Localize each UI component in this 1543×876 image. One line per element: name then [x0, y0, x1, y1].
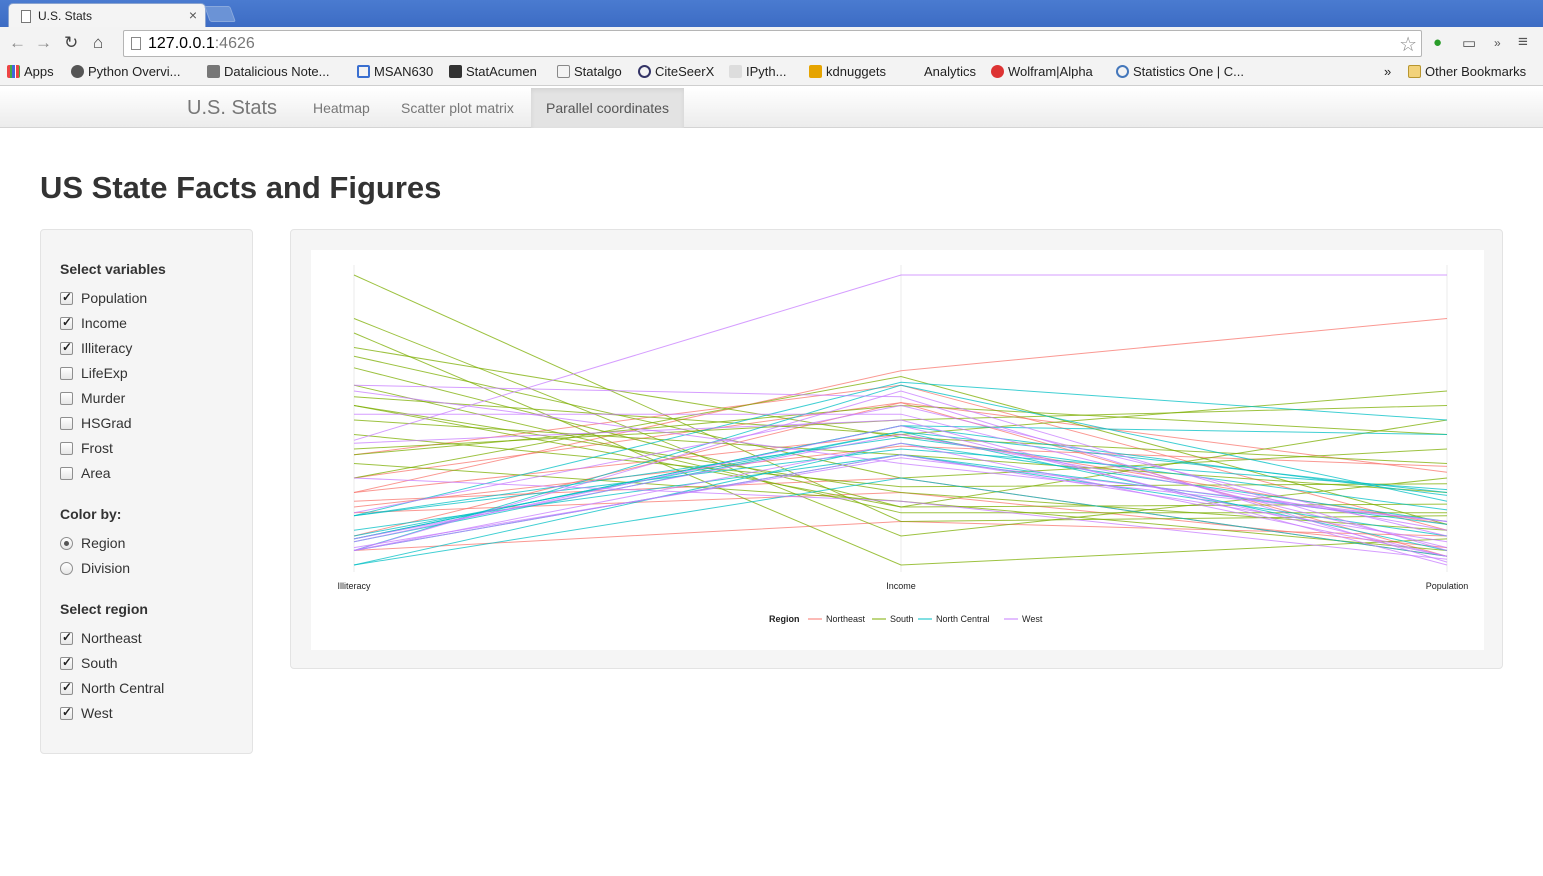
plot-area: Illiteracy Income Population Region Northeas… [311, 250, 1484, 650]
bookmark-analytics[interactable]: Analytics [924, 64, 976, 79]
radio-button[interactable] [60, 537, 73, 550]
page-title: US State Facts and Figures [40, 170, 442, 205]
variable-label: Income [81, 315, 127, 331]
axis-label: Illiteracy [337, 581, 371, 591]
bookmark-kdnuggets[interactable]: kdnuggets [809, 64, 886, 79]
tab-title: U.S. Stats [38, 9, 93, 23]
msan-icon [357, 65, 370, 78]
color-by-label: Division [81, 560, 131, 576]
main-panel: Illiteracy Income Population Region Northeas… [290, 229, 1503, 669]
legend-entry: West [1022, 614, 1043, 624]
other-bookmarks[interactable]: Other Bookmarks [1408, 64, 1526, 79]
bookmarks-overflow[interactable]: » [1384, 64, 1391, 79]
variable-label: LifeExp [81, 365, 128, 381]
menu-icon[interactable]: ≡ [1518, 32, 1528, 52]
page-icon [557, 65, 570, 78]
legend-entry: Northeast [826, 614, 866, 624]
cast-icon[interactable]: ▭ [1462, 34, 1476, 52]
bookmark-python[interactable]: Python Overvi... [71, 64, 180, 79]
apps-grid-icon [7, 65, 20, 78]
variable-label: Area [81, 465, 111, 481]
bookmark-ipython[interactable]: IPyth... [729, 64, 786, 79]
python-icon [71, 65, 84, 78]
checkbox[interactable] [60, 290, 73, 305]
overflow-chevron-icon[interactable]: » [1494, 36, 1501, 50]
wolfram-icon [991, 65, 1004, 78]
kdnuggets-icon [809, 65, 822, 78]
legend-entry: South [890, 614, 914, 624]
checkbox[interactable] [60, 417, 73, 430]
checkbox[interactable] [60, 630, 73, 645]
ipython-icon [729, 65, 742, 78]
region-label: Northeast [81, 630, 142, 646]
checkbox[interactable] [60, 467, 73, 480]
region-label: West [81, 705, 113, 721]
coursera-icon [1116, 65, 1129, 78]
variable-label: HSGrad [81, 415, 132, 431]
browser-toolbar: ← → ↻ ⌂ 127.0.0.1:4626 ☆ ● ▭ » ≡ [0, 27, 1543, 60]
checkbox[interactable] [60, 655, 73, 670]
checkbox[interactable] [60, 442, 73, 455]
checkbox[interactable] [60, 705, 73, 720]
variable-label: Population [81, 290, 148, 306]
checkbox[interactable] [60, 680, 73, 695]
bookmark-msan630[interactable]: MSAN630 [357, 64, 433, 79]
axis-label: Population [1426, 581, 1469, 591]
close-icon[interactable]: × [189, 7, 197, 23]
variable-label: Frost [81, 440, 113, 456]
browser-tabstrip: U.S. Stats × [0, 0, 1543, 28]
forward-icon[interactable]: → [35, 33, 52, 53]
nav-scatter-plot-matrix[interactable]: Scatter plot matrix [386, 88, 529, 128]
color-by-label: Region [81, 535, 126, 551]
datalicious-icon [207, 65, 220, 78]
new-tab-button[interactable] [204, 6, 236, 22]
bookmark-star-icon[interactable]: ☆ [1399, 32, 1417, 57]
axis-label: Income [886, 581, 916, 591]
bookmark-citeseerx[interactable]: CiteSeerX [638, 64, 714, 79]
back-icon[interactable]: ← [9, 33, 26, 53]
checkbox[interactable] [60, 315, 73, 330]
select-variables-title: Select variables [60, 261, 166, 277]
legend-entry: North Central [936, 614, 990, 624]
checkbox[interactable] [60, 392, 73, 405]
legend-title: Region [769, 614, 800, 624]
region-label: North Central [81, 680, 165, 696]
extension-icon[interactable]: ● [1433, 34, 1442, 51]
app-navbar: U.S. Stats Heatmap Scatter plot matrix P… [0, 88, 1543, 128]
region-label: South [81, 655, 118, 671]
variable-label: Murder [81, 390, 126, 406]
sidebar-panel: Select variables Population Income Illiter… [40, 229, 253, 754]
parallel-coordinates-chart: Illiteracy Income Population Region Northeas… [337, 265, 1469, 624]
bookmark-apps[interactable]: Apps [7, 64, 54, 79]
bookmark-statacumen[interactable]: StatAcumen [449, 64, 537, 79]
bookmark-statistics-one[interactable]: Statistics One | C... [1116, 64, 1244, 79]
browser-tab[interactable]: U.S. Stats × [8, 3, 206, 28]
statacumen-icon [449, 65, 462, 78]
bookmarks-bar: Apps Python Overvi... Datalicious Note..… [0, 60, 1543, 86]
nav-parallel-coordinates[interactable]: Parallel coordinates [531, 88, 684, 128]
folder-icon [1408, 65, 1421, 78]
page-icon [131, 37, 141, 50]
bookmark-statalgo[interactable]: Statalgo [557, 64, 622, 79]
radio-button[interactable] [60, 562, 73, 575]
brand[interactable]: U.S. Stats [187, 97, 277, 120]
select-region-title: Select region [60, 601, 148, 617]
citeseerx-icon [638, 65, 651, 78]
checkbox[interactable] [60, 340, 73, 355]
url-text: 127.0.0.1:4626 [148, 35, 255, 52]
checkbox[interactable] [60, 367, 73, 380]
address-bar[interactable]: 127.0.0.1:4626 ☆ [123, 30, 1422, 57]
page-icon [21, 10, 31, 23]
reload-icon[interactable]: ↻ [64, 33, 78, 53]
variable-label: Illiteracy [81, 340, 133, 356]
home-icon[interactable]: ⌂ [93, 33, 103, 53]
bookmark-wolfram[interactable]: Wolfram|Alpha [991, 64, 1093, 79]
bookmark-datalicious[interactable]: Datalicious Note... [207, 64, 330, 79]
nav-heatmap[interactable]: Heatmap [298, 88, 385, 128]
color-by-title: Color by: [60, 506, 122, 522]
